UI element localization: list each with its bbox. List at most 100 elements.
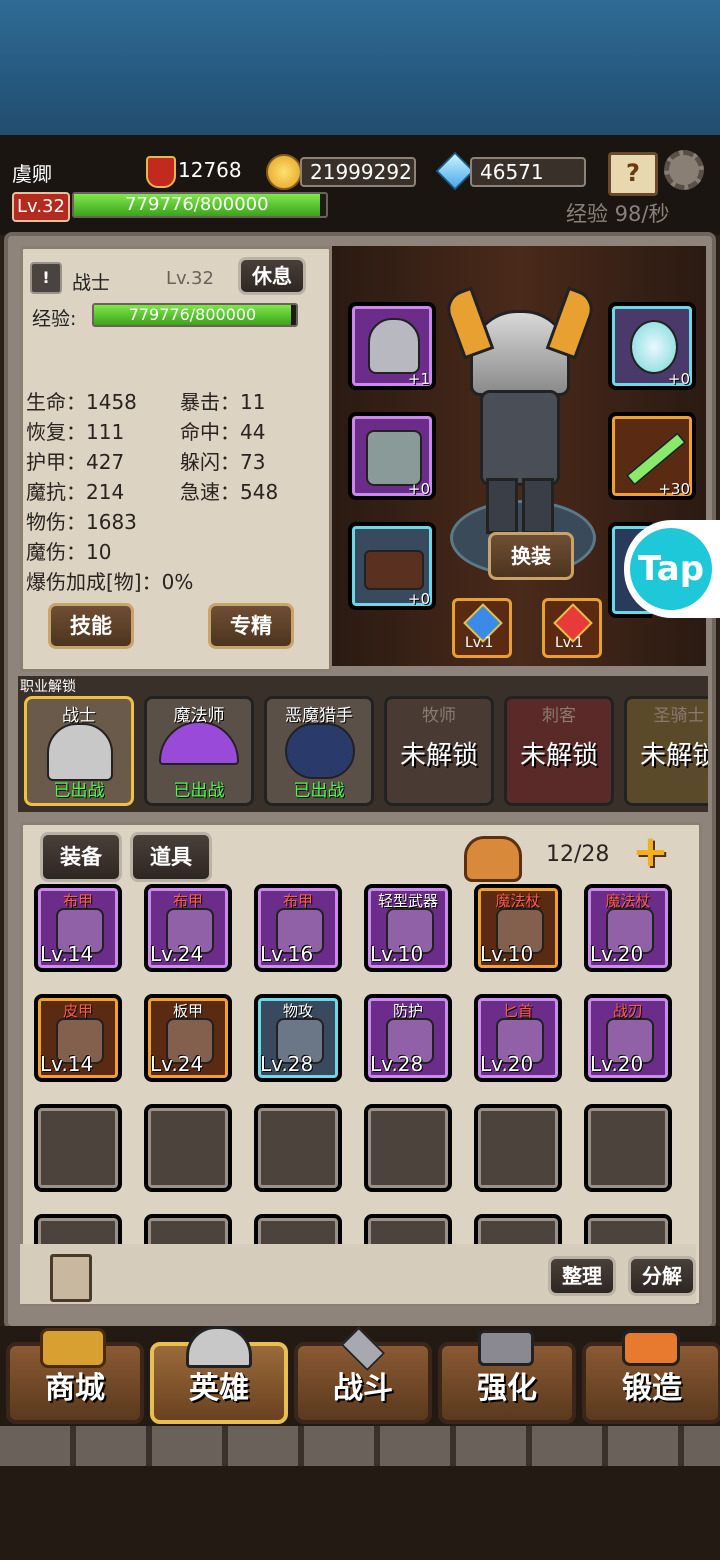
sort-button[interactable]: 整理 (548, 1256, 616, 1296)
help-book-icon[interactable]: ? (608, 152, 658, 196)
mastery-button[interactable]: 专精 (208, 603, 294, 649)
inventory-grid: 布甲 Lv.14 布甲 Lv.24 布甲 Lv.16 轻型武器 Lv.10 魔法杖 Lv.10 魔法… (34, 884, 684, 1244)
inventory-item[interactable]: 布甲 Lv.16 (254, 884, 342, 972)
empty-inventory-slot[interactable] (584, 1214, 672, 1244)
inventory-item[interactable]: 物攻 Lv.28 (254, 994, 342, 1082)
item-type: 布甲 (282, 892, 313, 910)
item-level: Lv.10 (480, 942, 534, 966)
gold-value: 21999292 (300, 157, 416, 187)
empty-inventory-slot[interactable] (364, 1104, 452, 1192)
stat-regen: 恢复：111 (26, 420, 125, 444)
job-unlock-title: 职业解锁 (20, 679, 76, 695)
equipment-tab[interactable]: 装备 (40, 832, 122, 882)
job-name: 刺客 (542, 706, 576, 726)
gear-icon[interactable] (664, 150, 704, 190)
info-icon[interactable]: ! (30, 262, 62, 294)
job-status: 未解锁 (639, 741, 708, 771)
stone-brick-strip (0, 1426, 720, 1466)
item-type: 防护 (392, 1002, 423, 1020)
sky-background (0, 0, 720, 135)
player-level-badge: Lv.32 (12, 192, 70, 222)
codex-book-icon[interactable] (50, 1254, 92, 1302)
inventory-item[interactable]: 防护 Lv.28 (364, 994, 452, 1082)
inventory-item[interactable]: 魔法杖 Lv.10 (474, 884, 562, 972)
empty-inventory-slot[interactable] (474, 1214, 562, 1244)
item-type: 皮甲 (62, 1002, 93, 1020)
item-type: 轻型武器 (377, 892, 438, 910)
item-level: Lv.24 (150, 1052, 204, 1076)
inventory-item[interactable]: 布甲 Lv.14 (34, 884, 122, 972)
item-type: 布甲 (172, 892, 203, 910)
empty-inventory-slot[interactable] (474, 1104, 562, 1192)
empty-inventory-slot[interactable] (34, 1214, 122, 1244)
weapon-slot[interactable]: +30 (608, 412, 696, 500)
inventory-item[interactable]: 轻型武器 Lv.10 (364, 884, 452, 972)
inventory-item[interactable]: 布甲 Lv.24 (144, 884, 232, 972)
helmet-slot[interactable]: +1 (348, 302, 436, 390)
tap-logo: Tap (630, 528, 712, 610)
empty-inventory-slot[interactable] (34, 1104, 122, 1192)
empty-inventory-slot[interactable] (254, 1104, 342, 1192)
skill-button[interactable]: 技能 (48, 603, 134, 649)
items-tab[interactable]: 道具 (130, 832, 212, 882)
rest-button[interactable]: 休息 (238, 257, 306, 295)
item-type: 物攻 (282, 1002, 313, 1020)
demon-hunter-icon (285, 723, 355, 779)
item-level: Lv.28 (370, 1052, 424, 1076)
taptap-badge[interactable]: Tap (624, 520, 720, 618)
gem-slot-2-level: Lv.1 (555, 635, 584, 651)
hammer-icon (478, 1330, 534, 1366)
stat-crit: 暴击：11 (180, 390, 266, 414)
empty-inventory-slot[interactable] (144, 1104, 232, 1192)
empty-inventory-slot[interactable] (144, 1214, 232, 1244)
stat-crit-damage-bonus: 爆伤加成[物]：0% (26, 570, 194, 594)
job-status: 已出战 (53, 781, 105, 801)
gem-slot-2[interactable]: Lv.1 (542, 598, 602, 658)
empty-inventory-slot[interactable] (364, 1214, 452, 1244)
inventory-item[interactable]: 板甲 Lv.24 (144, 994, 232, 1082)
player-name: 虞卿 (12, 162, 52, 186)
empty-inventory-slot[interactable] (584, 1104, 672, 1192)
accessory-slot[interactable]: +0 (608, 302, 696, 390)
inventory-item[interactable]: 匕首 Lv.20 (474, 994, 562, 1082)
change-outfit-button[interactable]: 换装 (488, 532, 574, 580)
expand-bag-icon[interactable]: + (632, 830, 680, 874)
stat-physical-damage: 物伤：1683 (26, 510, 137, 534)
job-card-demon-hunter[interactable]: 恶魔猎手 已出战 (264, 696, 374, 806)
job-name: 恶魔猎手 (285, 706, 353, 726)
item-type: 魔法杖 (605, 892, 651, 910)
stat-hp: 生命：1458 (26, 390, 137, 414)
item-level: Lv.20 (590, 942, 644, 966)
job-card-paladin[interactable]: 圣骑士 未解锁 (624, 696, 708, 806)
item-type: 匕首 (502, 1002, 533, 1020)
item-type: 魔法杖 (495, 892, 541, 910)
empty-inventory-slot[interactable] (254, 1214, 342, 1244)
boots-slot[interactable]: +0 (348, 522, 436, 610)
item-level: Lv.14 (40, 1052, 94, 1076)
job-card-mage[interactable]: 魔法师 已出战 (144, 696, 254, 806)
job-card-priest[interactable]: 牧师 未解锁 (384, 696, 494, 806)
mage-hat-icon (159, 721, 239, 765)
inventory-item[interactable]: 战刃 Lv.20 (584, 994, 672, 1082)
job-status: 已出战 (293, 781, 345, 801)
accessory-enhance: +0 (667, 370, 690, 388)
helmet-enhance: +1 (407, 370, 430, 388)
decompose-button[interactable]: 分解 (628, 1256, 696, 1296)
item-level: Lv.10 (370, 942, 424, 966)
gem-slot-1[interactable]: Lv.1 (452, 598, 512, 658)
power-value: 12768 (178, 158, 242, 182)
job-card-assassin[interactable]: 刺客 未解锁 (504, 696, 614, 806)
warrior-hero-figure (441, 286, 599, 534)
item-type: 板甲 (172, 1002, 203, 1020)
job-card-warrior[interactable]: 战士 已出战 (24, 696, 134, 806)
hero-level: Lv.32 (166, 268, 214, 289)
stats-right-column: 暴击：11 命中：44 躲闪：73 急速：548 (180, 386, 278, 506)
stats-left-column: 生命：1458 恢复：111 护甲：427 魔抗：214 物伤：1683 魔伤：… (26, 386, 193, 596)
amulet-icon (630, 320, 678, 374)
item-level: Lv.24 (150, 942, 204, 966)
armor-slot[interactable]: +0 (348, 412, 436, 500)
inventory-item[interactable]: 皮甲 Lv.14 (34, 994, 122, 1082)
job-status: 已出战 (173, 781, 225, 801)
gold-coin-icon[interactable] (266, 154, 302, 190)
inventory-item[interactable]: 魔法杖 Lv.20 (584, 884, 672, 972)
